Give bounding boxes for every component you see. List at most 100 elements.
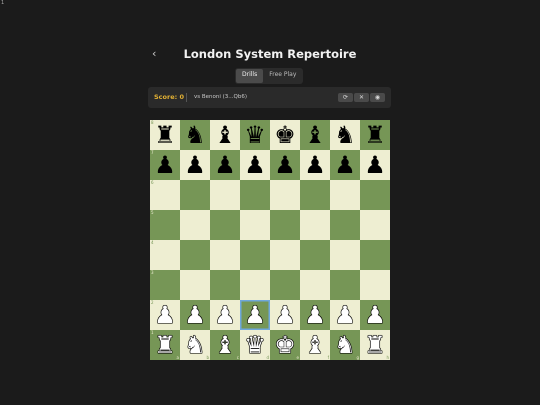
- white-pawn-piece[interactable]: ♟: [330, 300, 360, 330]
- square-a2[interactable]: 2 ♟: [150, 300, 180, 330]
- square-c5[interactable]: [210, 210, 240, 240]
- white-queen-piece[interactable]: ♛: [240, 330, 270, 360]
- black-pawn-piece[interactable]: ♟: [270, 150, 300, 180]
- square-g3[interactable]: [330, 270, 360, 300]
- black-king-piece[interactable]: ♚: [270, 120, 300, 150]
- square-h1[interactable]: h ♜: [360, 330, 390, 360]
- white-bishop-piece[interactable]: ♝: [300, 330, 330, 360]
- square-h2[interactable]: ♟: [360, 300, 390, 330]
- square-b8[interactable]: ♞: [180, 120, 210, 150]
- black-bishop-piece[interactable]: ♝: [210, 120, 240, 150]
- square-g6[interactable]: [330, 180, 360, 210]
- black-knight-piece[interactable]: ♞: [330, 120, 360, 150]
- white-knight-piece[interactable]: ♞: [180, 330, 210, 360]
- square-f8[interactable]: ♝: [300, 120, 330, 150]
- black-pawn-piece[interactable]: ♟: [330, 150, 360, 180]
- square-a5[interactable]: 5: [150, 210, 180, 240]
- square-g1[interactable]: g ♞: [330, 330, 360, 360]
- square-h7[interactable]: ♟: [360, 150, 390, 180]
- square-g4[interactable]: [330, 240, 360, 270]
- white-pawn-piece[interactable]: ♟: [180, 300, 210, 330]
- square-e2[interactable]: ♟: [270, 300, 300, 330]
- square-b4[interactable]: [180, 240, 210, 270]
- black-rook-piece[interactable]: ♜: [360, 120, 390, 150]
- square-f3[interactable]: [300, 270, 330, 300]
- square-f5[interactable]: [300, 210, 330, 240]
- close-button[interactable]: ✕: [354, 93, 369, 102]
- black-pawn-piece[interactable]: ♟: [240, 150, 270, 180]
- square-e3[interactable]: [270, 270, 300, 300]
- square-c6[interactable]: [210, 180, 240, 210]
- square-d6[interactable]: [240, 180, 270, 210]
- white-pawn-piece[interactable]: ♟: [270, 300, 300, 330]
- white-pawn-piece[interactable]: ♟: [150, 300, 180, 330]
- black-rook-piece[interactable]: ♜: [150, 120, 180, 150]
- white-rook-piece[interactable]: ♜: [150, 330, 180, 360]
- square-d5[interactable]: [240, 210, 270, 240]
- square-d1[interactable]: d ♛: [240, 330, 270, 360]
- square-f2[interactable]: ♟: [300, 300, 330, 330]
- square-f7[interactable]: ♟: [300, 150, 330, 180]
- square-e7[interactable]: ♟: [270, 150, 300, 180]
- square-b3[interactable]: [180, 270, 210, 300]
- square-a6[interactable]: 6: [150, 180, 180, 210]
- square-b7[interactable]: ♟: [180, 150, 210, 180]
- black-pawn-piece[interactable]: ♟: [150, 150, 180, 180]
- flip-board-button[interactable]: ⟳: [338, 93, 353, 102]
- square-d8[interactable]: ♛: [240, 120, 270, 150]
- square-h3[interactable]: [360, 270, 390, 300]
- square-f1[interactable]: f ♝: [300, 330, 330, 360]
- tab-free-play[interactable]: Free Play: [263, 69, 302, 83]
- square-b6[interactable]: [180, 180, 210, 210]
- square-d2[interactable]: ♟: [240, 300, 270, 330]
- black-pawn-piece[interactable]: ♟: [360, 150, 390, 180]
- square-b2[interactable]: ♟: [180, 300, 210, 330]
- black-knight-piece[interactable]: ♞: [180, 120, 210, 150]
- white-pawn-piece[interactable]: ♟: [240, 300, 270, 330]
- black-pawn-piece[interactable]: ♟: [300, 150, 330, 180]
- square-g2[interactable]: ♟: [330, 300, 360, 330]
- square-h8[interactable]: ♜: [360, 120, 390, 150]
- square-a8[interactable]: 8 ♜: [150, 120, 180, 150]
- square-a1[interactable]: 1 a ♜: [150, 330, 180, 360]
- square-c2[interactable]: ♟: [210, 300, 240, 330]
- square-c3[interactable]: [210, 270, 240, 300]
- square-e4[interactable]: [270, 240, 300, 270]
- square-h5[interactable]: [360, 210, 390, 240]
- square-c7[interactable]: ♟: [210, 150, 240, 180]
- square-a4[interactable]: 4: [150, 240, 180, 270]
- view-button[interactable]: ◉: [370, 93, 385, 102]
- white-pawn-piece[interactable]: ♟: [360, 300, 390, 330]
- square-e8[interactable]: ♚: [270, 120, 300, 150]
- square-d7[interactable]: ♟: [240, 150, 270, 180]
- square-f4[interactable]: [300, 240, 330, 270]
- white-bishop-piece[interactable]: ♝: [210, 330, 240, 360]
- square-a3[interactable]: 3: [150, 270, 180, 300]
- square-c8[interactable]: ♝: [210, 120, 240, 150]
- square-a7[interactable]: 7 ♟: [150, 150, 180, 180]
- square-e1[interactable]: e ♚: [270, 330, 300, 360]
- square-c1[interactable]: c ♝: [210, 330, 240, 360]
- square-d3[interactable]: [240, 270, 270, 300]
- white-pawn-piece[interactable]: ♟: [300, 300, 330, 330]
- square-d4[interactable]: [240, 240, 270, 270]
- black-pawn-piece[interactable]: ♟: [210, 150, 240, 180]
- white-rook-piece[interactable]: ♜: [360, 330, 390, 360]
- black-pawn-piece[interactable]: ♟: [180, 150, 210, 180]
- tab-drills[interactable]: Drills: [236, 69, 264, 83]
- white-pawn-piece[interactable]: ♟: [210, 300, 240, 330]
- square-h6[interactable]: [360, 180, 390, 210]
- square-c4[interactable]: [210, 240, 240, 270]
- square-f6[interactable]: [300, 180, 330, 210]
- square-e6[interactable]: [270, 180, 300, 210]
- square-b5[interactable]: [180, 210, 210, 240]
- square-g8[interactable]: ♞: [330, 120, 360, 150]
- square-g5[interactable]: [330, 210, 360, 240]
- white-knight-piece[interactable]: ♞: [330, 330, 360, 360]
- square-h4[interactable]: [360, 240, 390, 270]
- black-bishop-piece[interactable]: ♝: [300, 120, 330, 150]
- square-b1[interactable]: b ♞: [180, 330, 210, 360]
- square-g7[interactable]: ♟: [330, 150, 360, 180]
- white-king-piece[interactable]: ♚: [270, 330, 300, 360]
- black-queen-piece[interactable]: ♛: [240, 120, 270, 150]
